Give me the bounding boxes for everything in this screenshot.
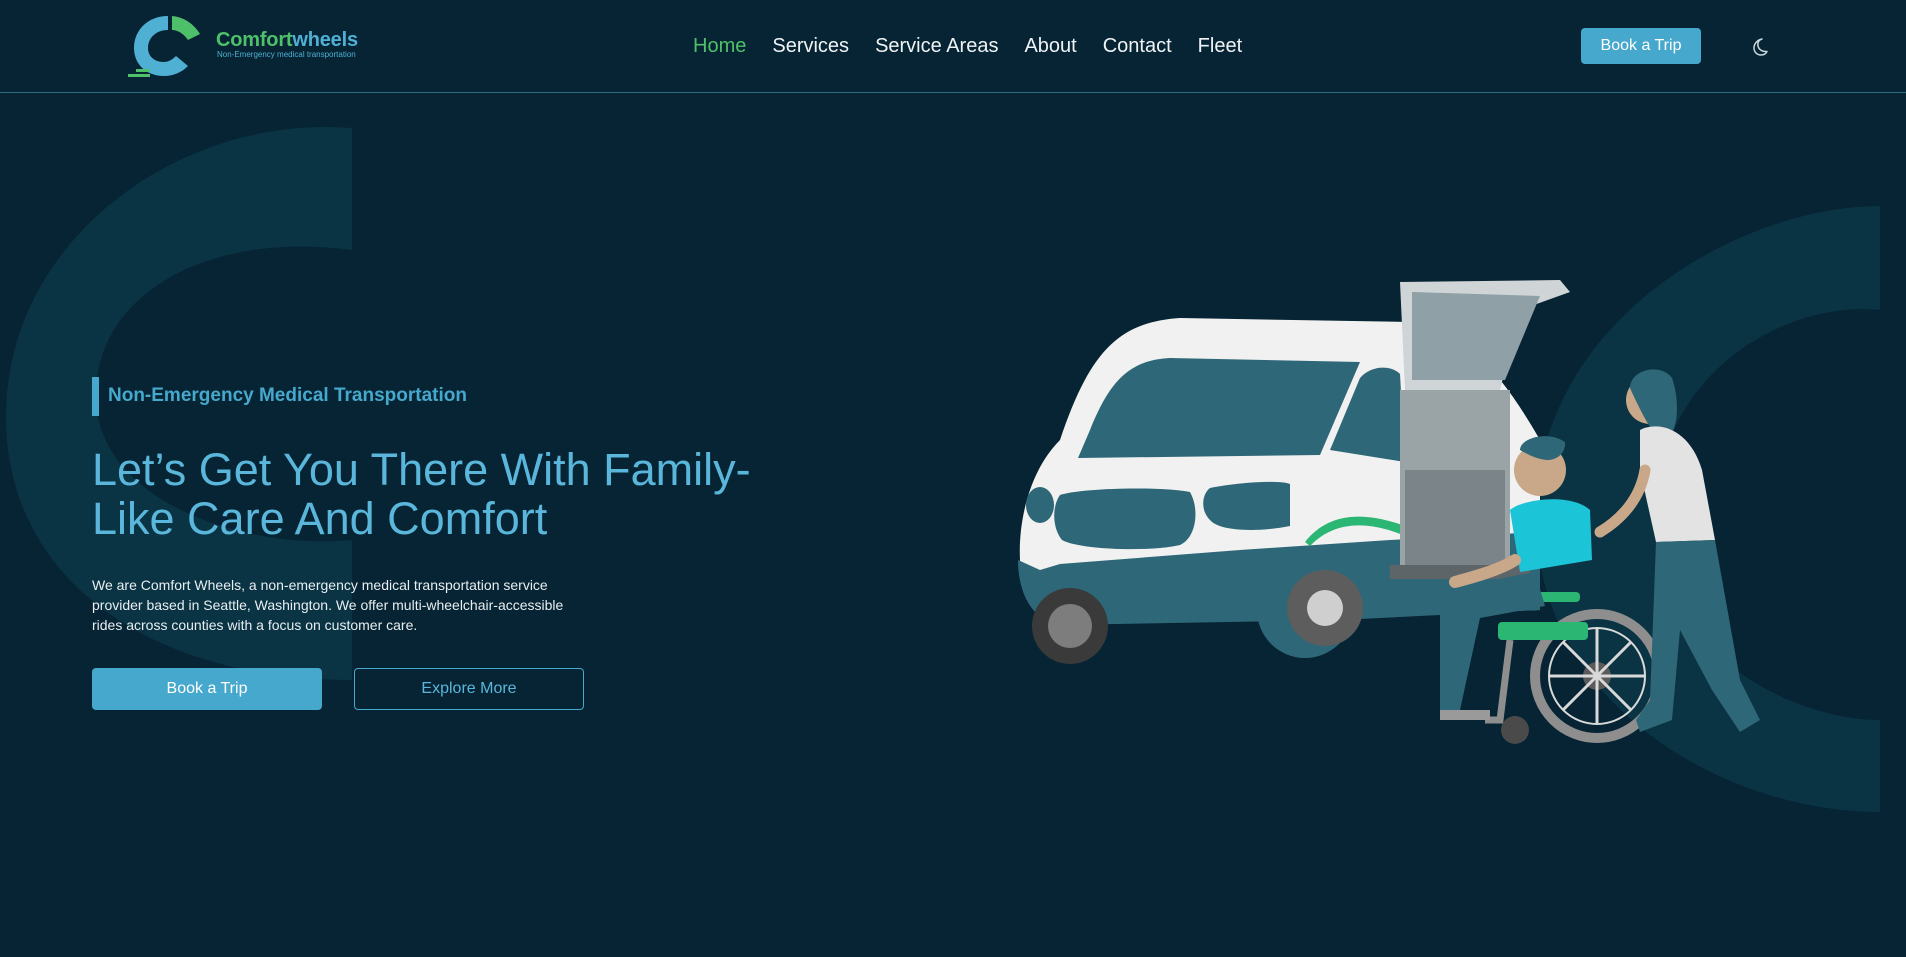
theme-toggle-button[interactable] — [1748, 36, 1770, 58]
main-nav: Home Services Service Areas About Contac… — [693, 32, 1268, 60]
hero-eyebrow: Non-Emergency Medical Transportation — [108, 385, 467, 406]
wheelchair-logo-icon — [128, 16, 200, 77]
explore-more-button[interactable]: Explore More — [354, 668, 584, 710]
book-trip-button[interactable]: Book a Trip — [92, 668, 322, 710]
page: Comfortwheels Non-Emergency medical tran… — [0, 0, 1906, 957]
nav-item-fleet[interactable]: Fleet — [1198, 32, 1242, 60]
site-header: Comfortwheels Non-Emergency medical tran… — [0, 0, 1906, 93]
hero-headline: Let’s Get You There With Family-Like Car… — [92, 444, 751, 544]
header-book-trip-button[interactable]: Book a Trip — [1581, 28, 1701, 64]
moon-icon — [1753, 38, 1768, 56]
brand-name: Comfortwheels — [216, 29, 358, 52]
eyebrow-accent-bar — [92, 377, 99, 416]
nav-item-contact[interactable]: Contact — [1103, 32, 1172, 60]
nav-item-services[interactable]: Services — [772, 32, 849, 60]
wheelchair-van-illustration — [1018, 280, 1760, 744]
brand-tagline: Non-Emergency medical transportation — [217, 50, 356, 59]
nav-item-home[interactable]: Home — [693, 32, 746, 60]
hero-description: We are Comfort Wheels, a non-emergency m… — [92, 577, 564, 633]
nav-item-about[interactable]: About — [1024, 32, 1076, 60]
nav-item-service-areas[interactable]: Service Areas — [875, 32, 998, 60]
brand-name-part1: Comfort — [216, 29, 293, 51]
brand-name-part2: wheels — [292, 29, 358, 51]
brand-logo[interactable]: Comfortwheels Non-Emergency medical tran… — [126, 12, 366, 82]
